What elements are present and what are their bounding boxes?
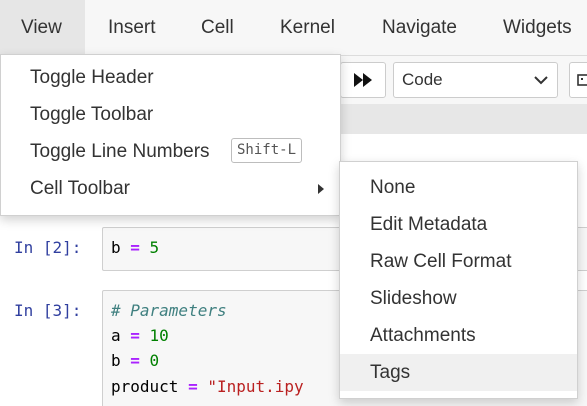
submenu-item-slideshow[interactable]: Slideshow — [340, 280, 577, 317]
code-token: = — [130, 326, 140, 345]
cell-prompt: In [3]: — [14, 301, 82, 320]
menu-cell[interactable]: Cell — [201, 0, 234, 56]
menu-kernel[interactable]: Kernel — [280, 0, 335, 56]
menu-insert[interactable]: Insert — [108, 0, 156, 56]
menu-item-label: Cell Toolbar — [30, 178, 130, 199]
code-line: product = "Input.ipy — [111, 377, 304, 396]
submenu-item-label: Tags — [370, 362, 411, 383]
menu-item-label: Toggle Line Numbers — [30, 141, 210, 162]
command-palette-button[interactable] — [569, 62, 587, 98]
code-token: 10 — [149, 326, 169, 345]
submenu-item-attachments[interactable]: Attachments — [340, 317, 577, 354]
cell-type-value: Code — [402, 70, 443, 89]
code-token: 5 — [149, 238, 160, 257]
chevron-down-icon — [534, 76, 548, 85]
code-token: 0 — [149, 351, 160, 370]
code-token: product — [111, 377, 189, 396]
cell-toolbar-submenu: None Edit Metadata Raw Cell Format Slide… — [339, 161, 578, 399]
code-token: # Parameters — [111, 301, 227, 320]
code-token: = — [130, 351, 140, 370]
keyboard-shortcut-badge: Shift-L — [231, 138, 303, 163]
menu-item-label: Toggle Header — [30, 67, 154, 88]
code-token: = — [188, 377, 198, 396]
code-line: b = 5 — [111, 238, 159, 257]
submenu-item-label: Raw Cell Format — [370, 251, 512, 272]
menu-view[interactable]: View — [0, 0, 85, 56]
submenu-item-none[interactable]: None — [340, 169, 577, 206]
menubar: View Insert Cell Kernel Navigate Widgets — [0, 0, 587, 56]
cell-type-select[interactable]: Code — [393, 62, 558, 98]
menu-item-cell-toolbar[interactable]: Cell Toolbar — [1, 170, 340, 207]
code-line: b = 0 — [111, 351, 159, 370]
submenu-item-label: Slideshow — [370, 288, 457, 309]
menu-navigate[interactable]: Navigate — [382, 0, 457, 56]
code-token: = — [130, 238, 140, 257]
menu-item-label: Toggle Toolbar — [30, 104, 154, 125]
menu-item-toggle-line-numbers[interactable]: Toggle Line Numbers Shift-L — [1, 133, 340, 170]
submenu-item-label: Attachments — [370, 325, 476, 346]
menu-item-toggle-header[interactable]: Toggle Header — [1, 59, 340, 96]
submenu-item-label: Edit Metadata — [370, 214, 488, 235]
view-menu-dropdown: Toggle Header Toggle Toolbar Toggle Line… — [0, 54, 341, 216]
code-token: b — [111, 351, 131, 370]
keyboard-icon — [577, 74, 587, 86]
submenu-caret-icon — [318, 184, 324, 194]
submenu-item-tags[interactable]: Tags — [340, 354, 577, 391]
submenu-item-label: None — [370, 177, 416, 198]
cell-prompt: In [2]: — [14, 238, 82, 257]
submenu-item-edit-metadata[interactable]: Edit Metadata — [340, 206, 577, 243]
code-token: "Input.ipy — [207, 377, 304, 396]
code-token: b — [111, 238, 131, 257]
code-line: # Parameters — [111, 301, 227, 320]
submenu-item-raw-cell-format[interactable]: Raw Cell Format — [340, 243, 577, 280]
code-token: a — [111, 326, 131, 345]
fast-forward-icon — [354, 73, 372, 87]
menu-item-toggle-toolbar[interactable]: Toggle Toolbar — [1, 96, 340, 133]
menu-widgets[interactable]: Widgets — [503, 0, 572, 56]
code-line: a = 10 — [111, 326, 169, 345]
run-all-button[interactable] — [340, 62, 386, 98]
